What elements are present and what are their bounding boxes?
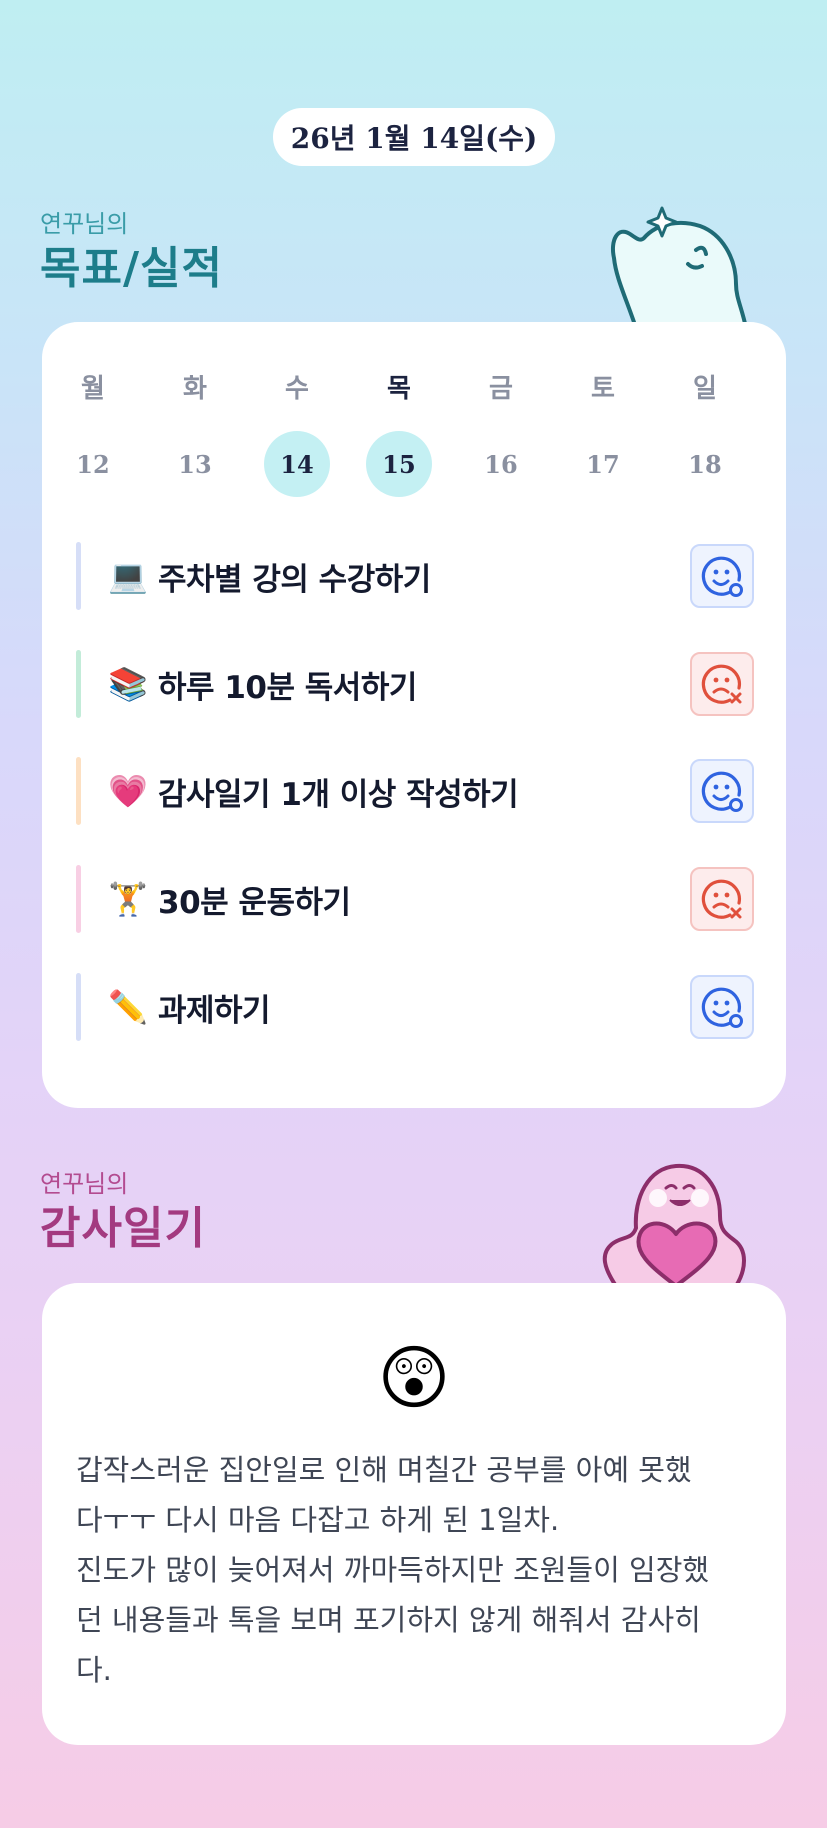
- diary-line: 다.: [76, 1653, 112, 1687]
- task-label: 주차별 강의 수강하기: [158, 561, 431, 598]
- task-emoji-icon: 📚: [108, 665, 148, 703]
- diary-text: 갑작스러운 집안일로 인해 며칠간 공부를 아예 못했다ㅜㅜ 다시 마음 다잡고…: [76, 1445, 752, 1695]
- date-cell[interactable]: 13: [144, 430, 246, 498]
- date-cell[interactable]: 17: [552, 430, 654, 498]
- weekday-text: 일: [693, 373, 717, 404]
- task-label: 30분 운동하기: [158, 884, 351, 921]
- date-cell[interactable]: 14: [246, 430, 348, 498]
- weekday-text: 목: [387, 373, 411, 404]
- weekday-label: 일: [654, 358, 756, 414]
- task-label: 감사일기 1개 이상 작성하기: [158, 776, 519, 813]
- weekday-text: 금: [489, 373, 513, 404]
- frown-x-icon: [700, 877, 744, 921]
- astonished-face-icon: 😲: [377, 1337, 451, 1419]
- smile-check-icon: [700, 985, 744, 1029]
- diary-line: 다ㅜㅜ 다시 마음 다잡고 하게 된 1일차.: [76, 1503, 560, 1537]
- task-label: 과제하기: [158, 992, 271, 1029]
- diary-line: 진도가 많이 늦어져서 까마득하지만 조원들이 임장했: [76, 1553, 710, 1587]
- task-success-button[interactable]: [690, 544, 754, 608]
- date-row: 12 13 14 15 16 17 18: [42, 430, 786, 498]
- smile-check-icon: [700, 769, 744, 813]
- date-number[interactable]: 13: [162, 431, 228, 497]
- goals-title: 목표/실적: [40, 243, 223, 294]
- task-emoji-icon: 💗: [108, 772, 148, 810]
- weekday-label: 월: [42, 358, 144, 414]
- date-number[interactable]: 14: [264, 431, 330, 497]
- weekday-text: 토: [591, 373, 615, 404]
- date-cell[interactable]: 18: [654, 430, 756, 498]
- task-color-bar: [76, 973, 81, 1041]
- weekday-text: 수: [285, 373, 309, 404]
- weekday-text: 화: [183, 373, 207, 404]
- date-label: 26년 1월 14일(수): [290, 122, 538, 155]
- date-cell[interactable]: 12: [42, 430, 144, 498]
- date-number[interactable]: 18: [672, 431, 738, 497]
- date-number[interactable]: 16: [468, 431, 534, 497]
- weekday-label: 목: [348, 358, 450, 414]
- task-emoji-icon: ✏️: [108, 988, 148, 1026]
- weekday-label: 수: [246, 358, 348, 414]
- date-number[interactable]: 12: [60, 431, 126, 497]
- diary-card: 😲 갑작스러운 집안일로 인해 며칠간 공부를 아예 못했다ㅜㅜ 다시 마음 다…: [42, 1283, 786, 1745]
- task-color-bar: [76, 542, 81, 610]
- task-row[interactable]: 💻 주차별 강의 수강하기: [76, 542, 754, 610]
- date-cell[interactable]: 16: [450, 430, 552, 498]
- task-fail-button[interactable]: [690, 652, 754, 716]
- weekday-text: 월: [81, 373, 105, 404]
- goals-card: 월 화 수 목 금 토 일 12 13 14 15 16 17 18 💻 주차별 강의 수강하기 📚 하루 1…: [42, 322, 786, 1108]
- task-row[interactable]: ✏️ 과제하기: [76, 973, 754, 1041]
- diary-title: 감사일기: [40, 1203, 206, 1254]
- task-row[interactable]: 📚 하루 10분 독서하기: [76, 650, 754, 718]
- diary-line: 던 내용들과 톡을 보며 포기하지 않게 해줘서 감사히: [76, 1603, 701, 1637]
- diary-line: 갑작스러운 집안일로 인해 며칠간 공부를 아예 못했: [76, 1453, 692, 1487]
- task-label: 하루 10분 독서하기: [158, 669, 417, 706]
- task-emoji-icon: 🏋️: [108, 880, 148, 918]
- task-emoji-icon: 💻: [108, 557, 148, 595]
- weekday-label: 화: [144, 358, 246, 414]
- task-row[interactable]: 🏋️ 30분 운동하기: [76, 865, 754, 933]
- weekday-row: 월화수목금토일: [42, 358, 786, 414]
- task-color-bar: [76, 650, 81, 718]
- task-color-bar: [76, 757, 81, 825]
- task-fail-button[interactable]: [690, 867, 754, 931]
- task-color-bar: [76, 865, 81, 933]
- task-success-button[interactable]: [690, 759, 754, 823]
- date-pill[interactable]: 26년 1월 14일(수): [273, 108, 555, 166]
- frown-x-icon: [700, 662, 744, 706]
- date-number[interactable]: 15: [366, 431, 432, 497]
- weekday-label: 금: [450, 358, 552, 414]
- date-number[interactable]: 17: [570, 431, 636, 497]
- weekday-label: 토: [552, 358, 654, 414]
- task-row[interactable]: 💗 감사일기 1개 이상 작성하기: [76, 757, 754, 825]
- ghost-mascot-icon: [611, 206, 748, 328]
- date-cell[interactable]: 15: [348, 430, 450, 498]
- smile-check-icon: [700, 554, 744, 598]
- heart-mascot-icon: [602, 1163, 746, 1286]
- task-success-button[interactable]: [690, 975, 754, 1039]
